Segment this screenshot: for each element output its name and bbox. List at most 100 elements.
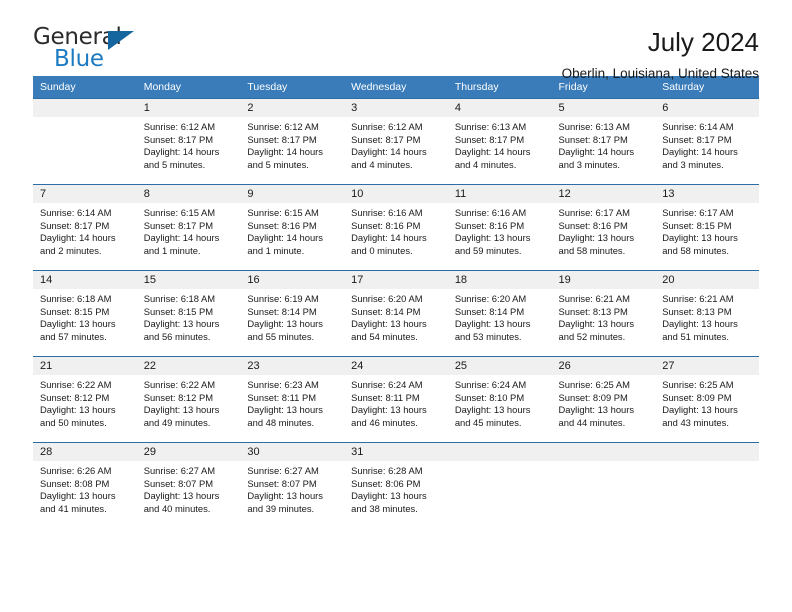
calendar-day-cell[interactable]: 21 Sunrise: 6:22 AM Sunset: 8:12 PM Dayligh…: [33, 356, 137, 443]
day-info-line: Daylight: 13 hours: [143, 404, 220, 416]
day-info-line: and 44 minutes.: [558, 416, 626, 428]
day-number: 15: [136, 271, 241, 289]
day-sun-info: [552, 461, 656, 465]
day-number: 28: [33, 443, 137, 461]
calendar-day-cell[interactable]: 13 Sunrise: 6:17 AM Sunset: 8:15 PM Dayligh…: [655, 184, 759, 271]
day-info-line: Sunset: 8:13 PM: [558, 305, 628, 317]
day-info-line: Daylight: 13 hours: [662, 318, 738, 330]
calendar-day-cell[interactable]: 7 Sunrise: 6:14 AM Sunset: 8:17 PM Daylight…: [33, 184, 137, 271]
day-sun-info: Sunrise: 6:20 AM Sunset: 8:14 PM Daylight:…: [448, 289, 552, 343]
day-sun-info: Sunrise: 6:19 AM Sunset: 8:14 PM Daylight:…: [240, 289, 344, 343]
day-info-line: and 49 minutes.: [143, 416, 211, 428]
day-sun-info: Sunrise: 6:15 AM Sunset: 8:16 PM Daylight:…: [240, 203, 344, 257]
day-info-line: Sunrise: 6:13 AM: [558, 121, 630, 132]
day-info-line: and 45 minutes.: [454, 416, 522, 428]
day-number: [447, 443, 552, 461]
calendar-day-cell[interactable]: 26 Sunrise: 6:25 AM Sunset: 8:09 PM Dayligh…: [551, 356, 656, 443]
day-info-line: and 53 minutes.: [454, 330, 522, 342]
day-info-line: Daylight: 13 hours: [40, 490, 116, 502]
calendar-day-cell[interactable]: 24 Sunrise: 6:24 AM Sunset: 8:11 PM Dayligh…: [344, 356, 448, 443]
day-info-line: Daylight: 13 hours: [351, 404, 427, 416]
location-subtitle: Oberlin, Louisiana, United States: [561, 65, 759, 81]
day-cell-inner: 13 Sunrise: 6:17 AM Sunset: 8:15 PM Dayligh…: [655, 185, 759, 270]
calendar-cell-empty: [447, 442, 552, 528]
calendar-day-cell[interactable]: 16 Sunrise: 6:19 AM Sunset: 8:14 PM Dayligh…: [240, 270, 345, 357]
day-number: 8: [136, 185, 241, 203]
calendar-week-row: 1 Sunrise: 6:12 AM Sunset: 8:17 PM Daylight…: [33, 98, 759, 185]
day-sun-info: Sunrise: 6:23 AM Sunset: 8:11 PM Daylight:…: [240, 375, 344, 429]
day-sun-info: Sunrise: 6:12 AM Sunset: 8:17 PM Daylight:…: [137, 117, 241, 171]
calendar-day-cell[interactable]: 30 Sunrise: 6:27 AM Sunset: 8:07 PM Dayligh…: [240, 442, 345, 528]
day-info-line: Sunset: 8:17 PM: [143, 133, 214, 145]
day-info-line: and 46 minutes.: [351, 416, 418, 428]
day-cell-inner: 14 Sunrise: 6:18 AM Sunset: 8:15 PM Dayligh…: [33, 271, 137, 356]
day-sun-info: Sunrise: 6:25 AM Sunset: 8:09 PM Daylight:…: [552, 375, 656, 429]
calendar-day-cell[interactable]: 23 Sunrise: 6:23 AM Sunset: 8:11 PM Dayligh…: [240, 356, 345, 443]
weekday-header-monday: Monday: [136, 76, 241, 99]
day-info-line: Daylight: 14 hours: [351, 232, 427, 244]
day-sun-info: Sunrise: 6:21 AM Sunset: 8:13 PM Daylight:…: [552, 289, 656, 343]
day-info-line: Sunset: 8:12 PM: [143, 391, 214, 403]
day-info-line: Sunrise: 6:21 AM: [558, 293, 630, 304]
day-cell-inner: 3 Sunrise: 6:12 AM Sunset: 8:17 PM Daylight…: [344, 99, 448, 184]
calendar-day-cell[interactable]: 6 Sunrise: 6:14 AM Sunset: 8:17 PM Daylight…: [655, 98, 759, 185]
general-blue-logo[interactable]: General Blue: [33, 26, 151, 76]
day-info-line: Daylight: 13 hours: [351, 490, 427, 502]
day-cell-inner: 12 Sunrise: 6:17 AM Sunset: 8:16 PM Dayligh…: [551, 185, 656, 270]
day-info-line: Sunset: 8:16 PM: [558, 219, 628, 231]
calendar-day-cell[interactable]: 4 Sunrise: 6:13 AM Sunset: 8:17 PM Daylight…: [447, 98, 552, 185]
day-cell-inner: 2 Sunrise: 6:12 AM Sunset: 8:17 PM Daylight…: [240, 99, 345, 184]
day-info-line: Daylight: 13 hours: [454, 318, 531, 330]
day-info-line: Daylight: 14 hours: [454, 146, 531, 158]
calendar-day-cell[interactable]: 10 Sunrise: 6:16 AM Sunset: 8:16 PM Dayligh…: [344, 184, 448, 271]
day-info-line: Daylight: 13 hours: [40, 318, 116, 330]
calendar-day-cell[interactable]: 31 Sunrise: 6:28 AM Sunset: 8:06 PM Dayligh…: [344, 442, 448, 528]
day-sun-info: Sunrise: 6:13 AM Sunset: 8:17 PM Daylight:…: [552, 117, 656, 171]
day-info-line: Sunrise: 6:28 AM: [351, 465, 423, 476]
calendar-day-cell[interactable]: 11 Sunrise: 6:16 AM Sunset: 8:16 PM Dayligh…: [447, 184, 552, 271]
calendar-day-cell[interactable]: 8 Sunrise: 6:15 AM Sunset: 8:17 PM Daylight…: [136, 184, 241, 271]
calendar-day-cell[interactable]: 25 Sunrise: 6:24 AM Sunset: 8:10 PM Dayligh…: [447, 356, 552, 443]
calendar-day-cell[interactable]: 1 Sunrise: 6:12 AM Sunset: 8:17 PM Daylight…: [136, 98, 241, 185]
day-cell-inner: 18 Sunrise: 6:20 AM Sunset: 8:14 PM Dayligh…: [447, 271, 552, 356]
calendar-day-cell[interactable]: 17 Sunrise: 6:20 AM Sunset: 8:14 PM Dayligh…: [344, 270, 448, 357]
day-info-line: Sunrise: 6:12 AM: [143, 121, 216, 132]
day-cell-inner: 20 Sunrise: 6:21 AM Sunset: 8:13 PM Dayligh…: [655, 271, 759, 356]
calendar-day-cell[interactable]: 22 Sunrise: 6:22 AM Sunset: 8:12 PM Dayligh…: [136, 356, 241, 443]
day-sun-info: Sunrise: 6:18 AM Sunset: 8:15 PM Daylight:…: [33, 289, 137, 343]
calendar-day-cell[interactable]: 2 Sunrise: 6:12 AM Sunset: 8:17 PM Daylight…: [240, 98, 345, 185]
day-sun-info: Sunrise: 6:24 AM Sunset: 8:10 PM Daylight:…: [448, 375, 552, 429]
day-info-line: Daylight: 13 hours: [351, 318, 427, 330]
calendar-day-cell[interactable]: 27 Sunrise: 6:25 AM Sunset: 8:09 PM Dayligh…: [655, 356, 759, 443]
day-info-line: Sunrise: 6:24 AM: [351, 379, 423, 390]
day-info-line: Daylight: 14 hours: [247, 232, 323, 244]
day-cell-inner: 17 Sunrise: 6:20 AM Sunset: 8:14 PM Dayligh…: [344, 271, 448, 356]
day-info-line: Sunrise: 6:17 AM: [558, 207, 630, 218]
day-info-line: Daylight: 13 hours: [558, 404, 635, 416]
calendar-day-cell[interactable]: 29 Sunrise: 6:27 AM Sunset: 8:07 PM Dayligh…: [136, 442, 241, 528]
calendar-day-cell[interactable]: 3 Sunrise: 6:12 AM Sunset: 8:17 PM Daylight…: [344, 98, 448, 185]
calendar-day-cell[interactable]: 9 Sunrise: 6:15 AM Sunset: 8:16 PM Daylight…: [240, 184, 345, 271]
calendar-day-cell[interactable]: 20 Sunrise: 6:21 AM Sunset: 8:13 PM Dayligh…: [655, 270, 759, 357]
calendar-day-cell[interactable]: 15 Sunrise: 6:18 AM Sunset: 8:15 PM Dayligh…: [136, 270, 241, 357]
day-number: 20: [655, 271, 759, 289]
calendar-day-cell[interactable]: 5 Sunrise: 6:13 AM Sunset: 8:17 PM Daylight…: [551, 98, 656, 185]
calendar-day-cell[interactable]: 18 Sunrise: 6:20 AM Sunset: 8:14 PM Dayligh…: [447, 270, 552, 357]
day-info-line: Sunrise: 6:19 AM: [247, 293, 319, 304]
calendar-day-cell[interactable]: 28 Sunrise: 6:26 AM Sunset: 8:08 PM Dayligh…: [33, 442, 137, 528]
day-cell-inner: 21 Sunrise: 6:22 AM Sunset: 8:12 PM Dayligh…: [33, 357, 137, 442]
day-sun-info: Sunrise: 6:16 AM Sunset: 8:16 PM Daylight:…: [448, 203, 552, 257]
day-number: 2: [240, 99, 345, 117]
day-info-line: Sunrise: 6:20 AM: [454, 293, 527, 304]
day-number: 21: [33, 357, 137, 375]
calendar-day-cell[interactable]: 14 Sunrise: 6:18 AM Sunset: 8:15 PM Dayligh…: [33, 270, 137, 357]
day-cell-inner: 22 Sunrise: 6:22 AM Sunset: 8:12 PM Dayligh…: [136, 357, 241, 442]
calendar-day-cell[interactable]: 19 Sunrise: 6:21 AM Sunset: 8:13 PM Dayligh…: [551, 270, 656, 357]
calendar-day-cell[interactable]: 12 Sunrise: 6:17 AM Sunset: 8:16 PM Dayligh…: [551, 184, 656, 271]
day-info-line: and 3 minutes.: [662, 158, 724, 170]
day-info-line: Sunset: 8:09 PM: [558, 391, 628, 403]
day-number: 4: [447, 99, 552, 117]
day-cell-inner: 27 Sunrise: 6:25 AM Sunset: 8:09 PM Dayligh…: [655, 357, 759, 442]
day-info-line: Sunset: 8:09 PM: [662, 391, 732, 403]
day-info-line: Daylight: 14 hours: [40, 232, 116, 244]
